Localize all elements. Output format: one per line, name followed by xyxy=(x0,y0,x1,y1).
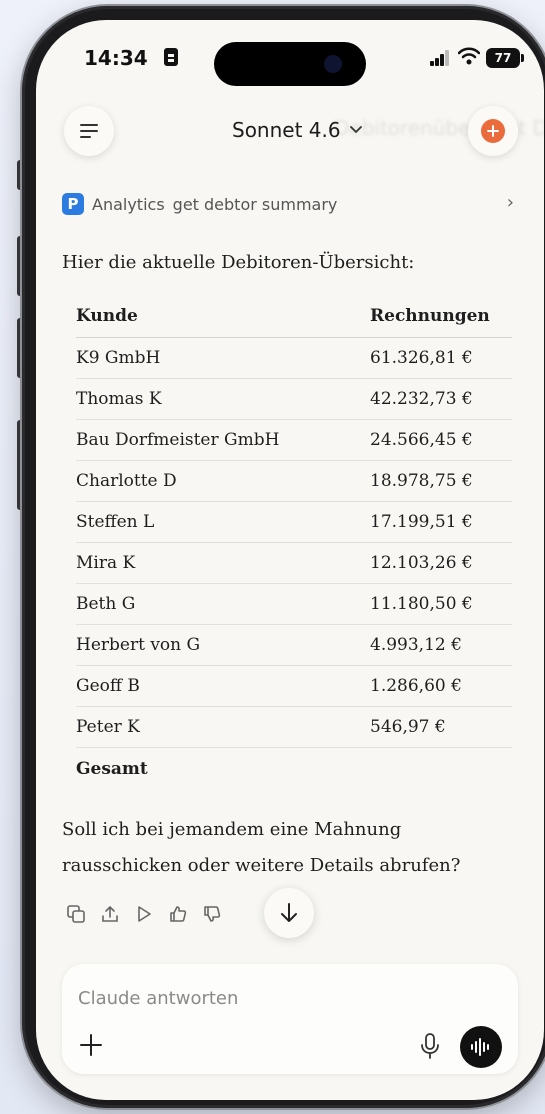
customer-cell: Geoff B xyxy=(76,676,140,696)
customer-cell: Charlotte D xyxy=(76,471,177,491)
table-row: Steffen L 17.199,51 € xyxy=(76,502,512,543)
amount-cell: 1.286,60 € xyxy=(370,676,462,696)
table-row: Thomas K 42.232,73 € xyxy=(76,379,512,420)
column-header-customer: Kunde xyxy=(76,305,138,326)
amount-cell: 42.232,73 € xyxy=(370,389,473,409)
reply-input[interactable]: Claude antworten xyxy=(78,988,238,1009)
customer-cell: Herbert von G xyxy=(76,635,201,655)
customer-cell: Mira K xyxy=(76,553,136,573)
microphone-icon[interactable] xyxy=(420,1032,440,1060)
menu-button[interactable] xyxy=(64,106,114,156)
customer-cell: Thomas K xyxy=(76,389,162,409)
menu-icon xyxy=(80,124,98,126)
column-header-invoices: Rechnungen xyxy=(370,305,490,326)
debtor-table: Kunde Rechnungen K9 GmbH 61.326,81 € Tho… xyxy=(76,294,512,789)
signal-icon xyxy=(430,50,450,66)
amount-cell: 18.978,75 € xyxy=(370,471,473,491)
customer-cell: Steffen L xyxy=(76,512,155,532)
table-row: K9 GmbH 61.326,81 € xyxy=(76,338,512,379)
table-header-row: Kunde Rechnungen xyxy=(76,294,512,338)
amount-cell: 4.993,12 € xyxy=(370,635,462,655)
voice-mode-button[interactable] xyxy=(460,1026,502,1068)
table-row: Geoff B 1.286,60 € xyxy=(76,666,512,707)
closing-line: rausschicken oder weitere Details abrufe… xyxy=(62,855,461,876)
table-row: Bau Dorfmeister GmbH 24.566,45 € xyxy=(76,420,512,461)
arrow-down-icon xyxy=(281,903,297,922)
voice-waveform-icon xyxy=(471,1038,489,1056)
plus-icon[interactable] xyxy=(78,1032,104,1058)
table-row: Charlotte D 18.978,75 € xyxy=(76,461,512,502)
model-name: Sonnet 4.6 xyxy=(232,118,341,142)
battery-indicator: 77 xyxy=(486,48,524,68)
model-selector[interactable]: Sonnet 4.6 xyxy=(232,118,363,142)
table-row: Mira K 12.103,26 € xyxy=(76,543,512,584)
table-row: Herbert von G 4.993,12 € xyxy=(76,625,512,666)
wifi-icon xyxy=(457,47,481,69)
chevron-right-icon: › xyxy=(506,192,514,213)
message-actions xyxy=(66,904,222,924)
total-label: Gesamt xyxy=(76,758,148,779)
scroll-down-button[interactable] xyxy=(264,888,314,938)
amount-cell: 11.180,50 € xyxy=(370,594,473,614)
table-row: Beth G 11.180,50 € xyxy=(76,584,512,625)
dynamic-island xyxy=(214,42,366,86)
analytics-logo-icon: P xyxy=(62,193,84,215)
amount-cell: 12.103,26 € xyxy=(370,553,473,573)
thumbs-down-icon[interactable] xyxy=(202,904,222,924)
amount-cell: 61.326,81 € xyxy=(370,348,473,368)
customer-cell: Beth G xyxy=(76,594,136,614)
play-icon[interactable] xyxy=(134,904,154,924)
amount-cell: 546,97 € xyxy=(370,717,446,737)
message-intro: Hier die aktuelle Debitoren-Übersicht: xyxy=(62,252,415,273)
tool-app-name: Analytics xyxy=(92,194,165,214)
app-screen: 14:34 77 Debitorenübersicht Debitoren So… xyxy=(36,20,544,1100)
closing-line: Soll ich bei jemandem eine Mahnung xyxy=(62,819,402,840)
customer-cell: Peter K xyxy=(76,717,140,737)
customer-cell: K9 GmbH xyxy=(76,348,161,368)
message-closing: Soll ich bei jemandem eine Mahnung rauss… xyxy=(62,812,460,884)
reader-icon xyxy=(164,48,178,66)
table-row: Peter K 546,97 € xyxy=(76,707,512,748)
message-composer: Claude antworten xyxy=(62,964,518,1074)
copy-icon[interactable] xyxy=(66,904,86,924)
new-chat-button[interactable] xyxy=(468,106,518,156)
chevron-down-icon xyxy=(349,126,362,133)
tool-function-name: get debtor summary xyxy=(172,194,338,214)
customer-cell: Bau Dorfmeister GmbH xyxy=(76,430,280,450)
table-total-row: Gesamt xyxy=(76,748,512,789)
share-icon[interactable] xyxy=(100,904,120,924)
new-chat-icon xyxy=(481,119,505,143)
amount-cell: 24.566,45 € xyxy=(370,430,473,450)
thumbs-up-icon[interactable] xyxy=(168,904,188,924)
status-time: 14:34 xyxy=(84,46,148,70)
amount-cell: 17.199,51 € xyxy=(370,512,473,532)
tool-call-row[interactable]: P Analytics get debtor summary › xyxy=(62,190,518,218)
